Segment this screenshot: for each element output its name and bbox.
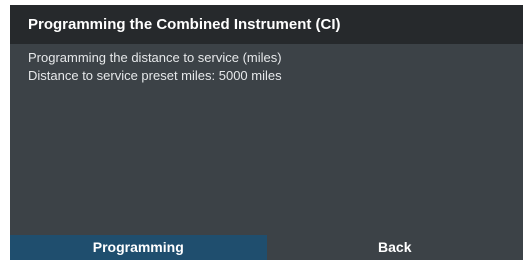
dialog-window: Programming the Combined Instrument (CI)… xyxy=(10,5,523,260)
programming-button[interactable]: Programming xyxy=(10,235,267,260)
dialog-content: Programming the distance to service (mil… xyxy=(10,44,523,90)
info-line-distance-to-service: Programming the distance to service (mil… xyxy=(28,50,282,65)
dialog-title: Programming the Combined Instrument (CI) xyxy=(10,5,523,44)
info-line-preset-miles: Distance to service preset miles: 5000 m… xyxy=(28,68,282,83)
button-bar: Programming Back xyxy=(10,235,523,260)
back-button[interactable]: Back xyxy=(266,235,523,260)
